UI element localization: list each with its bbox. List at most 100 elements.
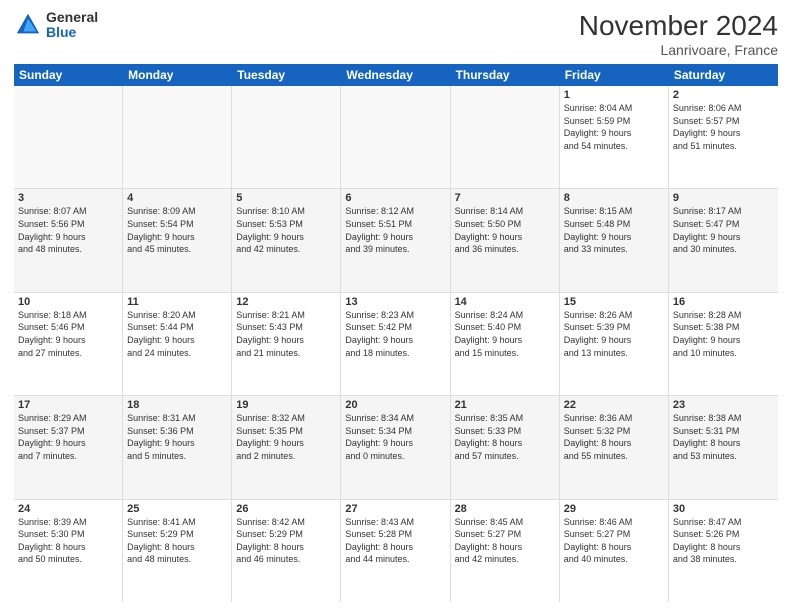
calendar-row-5: 24Sunrise: 8:39 AM Sunset: 5:30 PM Dayli… [14, 500, 778, 602]
day-cell-3: 3Sunrise: 8:07 AM Sunset: 5:56 PM Daylig… [14, 189, 123, 291]
day-info: Sunrise: 8:41 AM Sunset: 5:29 PM Dayligh… [127, 516, 227, 566]
day-cell-7: 7Sunrise: 8:14 AM Sunset: 5:50 PM Daylig… [451, 189, 560, 291]
day-cell-1: 1Sunrise: 8:04 AM Sunset: 5:59 PM Daylig… [560, 86, 669, 188]
day-number: 25 [127, 503, 227, 515]
day-number: 14 [455, 296, 555, 308]
empty-cell [451, 86, 560, 188]
calendar: SundayMondayTuesdayWednesdayThursdayFrid… [14, 64, 778, 602]
day-info: Sunrise: 8:42 AM Sunset: 5:29 PM Dayligh… [236, 516, 336, 566]
day-cell-23: 23Sunrise: 8:38 AM Sunset: 5:31 PM Dayli… [669, 396, 778, 498]
day-number: 10 [18, 296, 118, 308]
header: General Blue November 2024 Lanrivoare, F… [14, 10, 778, 58]
day-number: 9 [673, 192, 774, 204]
day-number: 18 [127, 399, 227, 411]
day-cell-2: 2Sunrise: 8:06 AM Sunset: 5:57 PM Daylig… [669, 86, 778, 188]
day-info: Sunrise: 8:18 AM Sunset: 5:46 PM Dayligh… [18, 309, 118, 359]
subtitle: Lanrivoare, France [579, 42, 778, 58]
day-info: Sunrise: 8:06 AM Sunset: 5:57 PM Dayligh… [673, 102, 774, 152]
day-number: 21 [455, 399, 555, 411]
day-number: 11 [127, 296, 227, 308]
day-info: Sunrise: 8:17 AM Sunset: 5:47 PM Dayligh… [673, 205, 774, 255]
day-cell-6: 6Sunrise: 8:12 AM Sunset: 5:51 PM Daylig… [341, 189, 450, 291]
header-day-thursday: Thursday [451, 64, 560, 86]
day-cell-29: 29Sunrise: 8:46 AM Sunset: 5:27 PM Dayli… [560, 500, 669, 602]
day-cell-30: 30Sunrise: 8:47 AM Sunset: 5:26 PM Dayli… [669, 500, 778, 602]
logo-text: General Blue [46, 10, 98, 41]
day-number: 3 [18, 192, 118, 204]
day-number: 30 [673, 503, 774, 515]
empty-cell [14, 86, 123, 188]
day-number: 24 [18, 503, 118, 515]
day-info: Sunrise: 8:07 AM Sunset: 5:56 PM Dayligh… [18, 205, 118, 255]
day-cell-16: 16Sunrise: 8:28 AM Sunset: 5:38 PM Dayli… [669, 293, 778, 395]
logo: General Blue [14, 10, 98, 41]
logo-general: General [46, 10, 98, 25]
day-number: 2 [673, 89, 774, 101]
day-number: 1 [564, 89, 664, 101]
main-title: November 2024 [579, 10, 778, 42]
day-info: Sunrise: 8:46 AM Sunset: 5:27 PM Dayligh… [564, 516, 664, 566]
day-cell-24: 24Sunrise: 8:39 AM Sunset: 5:30 PM Dayli… [14, 500, 123, 602]
day-number: 7 [455, 192, 555, 204]
calendar-row-3: 10Sunrise: 8:18 AM Sunset: 5:46 PM Dayli… [14, 293, 778, 396]
calendar-row-1: 1Sunrise: 8:04 AM Sunset: 5:59 PM Daylig… [14, 86, 778, 189]
day-info: Sunrise: 8:36 AM Sunset: 5:32 PM Dayligh… [564, 412, 664, 462]
day-info: Sunrise: 8:15 AM Sunset: 5:48 PM Dayligh… [564, 205, 664, 255]
day-number: 8 [564, 192, 664, 204]
logo-icon [14, 11, 42, 39]
day-number: 28 [455, 503, 555, 515]
header-day-wednesday: Wednesday [341, 64, 450, 86]
calendar-row-2: 3Sunrise: 8:07 AM Sunset: 5:56 PM Daylig… [14, 189, 778, 292]
day-number: 15 [564, 296, 664, 308]
day-info: Sunrise: 8:31 AM Sunset: 5:36 PM Dayligh… [127, 412, 227, 462]
day-cell-18: 18Sunrise: 8:31 AM Sunset: 5:36 PM Dayli… [123, 396, 232, 498]
day-info: Sunrise: 8:39 AM Sunset: 5:30 PM Dayligh… [18, 516, 118, 566]
day-info: Sunrise: 8:35 AM Sunset: 5:33 PM Dayligh… [455, 412, 555, 462]
day-number: 6 [345, 192, 445, 204]
day-number: 26 [236, 503, 336, 515]
day-info: Sunrise: 8:10 AM Sunset: 5:53 PM Dayligh… [236, 205, 336, 255]
day-info: Sunrise: 8:45 AM Sunset: 5:27 PM Dayligh… [455, 516, 555, 566]
day-cell-12: 12Sunrise: 8:21 AM Sunset: 5:43 PM Dayli… [232, 293, 341, 395]
header-day-saturday: Saturday [669, 64, 778, 86]
day-info: Sunrise: 8:09 AM Sunset: 5:54 PM Dayligh… [127, 205, 227, 255]
day-number: 16 [673, 296, 774, 308]
day-cell-14: 14Sunrise: 8:24 AM Sunset: 5:40 PM Dayli… [451, 293, 560, 395]
title-block: November 2024 Lanrivoare, France [579, 10, 778, 58]
day-number: 12 [236, 296, 336, 308]
empty-cell [341, 86, 450, 188]
day-number: 17 [18, 399, 118, 411]
day-cell-9: 9Sunrise: 8:17 AM Sunset: 5:47 PM Daylig… [669, 189, 778, 291]
empty-cell [123, 86, 232, 188]
calendar-row-4: 17Sunrise: 8:29 AM Sunset: 5:37 PM Dayli… [14, 396, 778, 499]
day-cell-20: 20Sunrise: 8:34 AM Sunset: 5:34 PM Dayli… [341, 396, 450, 498]
day-info: Sunrise: 8:26 AM Sunset: 5:39 PM Dayligh… [564, 309, 664, 359]
day-number: 13 [345, 296, 445, 308]
day-cell-27: 27Sunrise: 8:43 AM Sunset: 5:28 PM Dayli… [341, 500, 450, 602]
day-number: 27 [345, 503, 445, 515]
day-info: Sunrise: 8:43 AM Sunset: 5:28 PM Dayligh… [345, 516, 445, 566]
day-cell-10: 10Sunrise: 8:18 AM Sunset: 5:46 PM Dayli… [14, 293, 123, 395]
header-day-sunday: Sunday [14, 64, 123, 86]
day-cell-5: 5Sunrise: 8:10 AM Sunset: 5:53 PM Daylig… [232, 189, 341, 291]
day-number: 20 [345, 399, 445, 411]
day-info: Sunrise: 8:32 AM Sunset: 5:35 PM Dayligh… [236, 412, 336, 462]
day-info: Sunrise: 8:34 AM Sunset: 5:34 PM Dayligh… [345, 412, 445, 462]
day-info: Sunrise: 8:29 AM Sunset: 5:37 PM Dayligh… [18, 412, 118, 462]
day-info: Sunrise: 8:38 AM Sunset: 5:31 PM Dayligh… [673, 412, 774, 462]
day-number: 19 [236, 399, 336, 411]
day-number: 23 [673, 399, 774, 411]
day-info: Sunrise: 8:04 AM Sunset: 5:59 PM Dayligh… [564, 102, 664, 152]
day-cell-4: 4Sunrise: 8:09 AM Sunset: 5:54 PM Daylig… [123, 189, 232, 291]
day-info: Sunrise: 8:12 AM Sunset: 5:51 PM Dayligh… [345, 205, 445, 255]
calendar-header: SundayMondayTuesdayWednesdayThursdayFrid… [14, 64, 778, 86]
logo-blue: Blue [46, 25, 98, 40]
day-info: Sunrise: 8:14 AM Sunset: 5:50 PM Dayligh… [455, 205, 555, 255]
day-info: Sunrise: 8:21 AM Sunset: 5:43 PM Dayligh… [236, 309, 336, 359]
day-cell-19: 19Sunrise: 8:32 AM Sunset: 5:35 PM Dayli… [232, 396, 341, 498]
header-day-friday: Friday [560, 64, 669, 86]
day-info: Sunrise: 8:47 AM Sunset: 5:26 PM Dayligh… [673, 516, 774, 566]
day-number: 5 [236, 192, 336, 204]
day-cell-8: 8Sunrise: 8:15 AM Sunset: 5:48 PM Daylig… [560, 189, 669, 291]
day-cell-15: 15Sunrise: 8:26 AM Sunset: 5:39 PM Dayli… [560, 293, 669, 395]
